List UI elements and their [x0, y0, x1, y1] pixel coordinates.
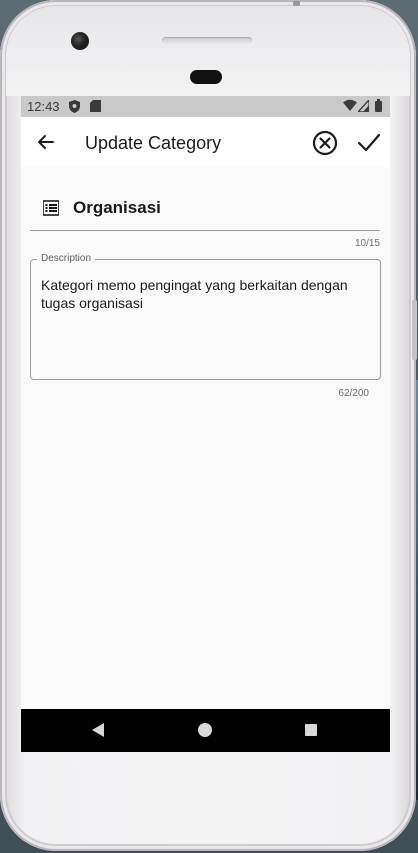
app-screen: 12:43 Update Category Organisasi 10/15 D… [21, 96, 390, 752]
description-value: Kategori memo pengingat yang berkaitan d… [41, 277, 348, 311]
status-bar: 12:43 [21, 96, 390, 117]
system-nav-bar [21, 709, 390, 752]
front-camera [71, 32, 89, 50]
category-name-field[interactable]: Organisasi [30, 188, 380, 231]
description-field[interactable]: Description Kategori memo pengingat yang… [30, 253, 381, 380]
battery-icon [375, 99, 382, 115]
back-button[interactable] [35, 131, 57, 153]
confirm-button[interactable] [357, 130, 381, 154]
name-char-counter: 10/15 [354, 238, 380, 249]
nav-recents-icon[interactable] [305, 724, 317, 736]
nav-home-icon[interactable] [198, 723, 212, 737]
shield-icon [69, 100, 80, 116]
description-char-counter: 62/200 [338, 388, 369, 399]
cancel-circle-icon [312, 130, 338, 156]
cancel-button[interactable] [312, 130, 338, 156]
status-time: 12:43 [27, 99, 60, 114]
proximity-sensor [190, 70, 222, 84]
phone-top-button [293, 1, 300, 6]
earpiece-speaker [162, 37, 252, 44]
check-icon [357, 133, 381, 152]
arrow-back-icon [38, 135, 54, 149]
page-title: Update Category [85, 133, 222, 153]
nav-back-icon[interactable] [90, 722, 106, 738]
wifi-icon [343, 99, 357, 115]
sd-card-icon [90, 100, 101, 115]
app-bar: Update Category [21, 117, 390, 167]
category-name-value: Organisasi [73, 198, 161, 217]
signal-icon [356, 98, 370, 115]
phone-frame: 12:43 Update Category Organisasi 10/15 D… [0, 0, 417, 851]
list-icon [43, 200, 59, 216]
volume-button [412, 300, 417, 360]
description-label: Description [37, 253, 96, 264]
